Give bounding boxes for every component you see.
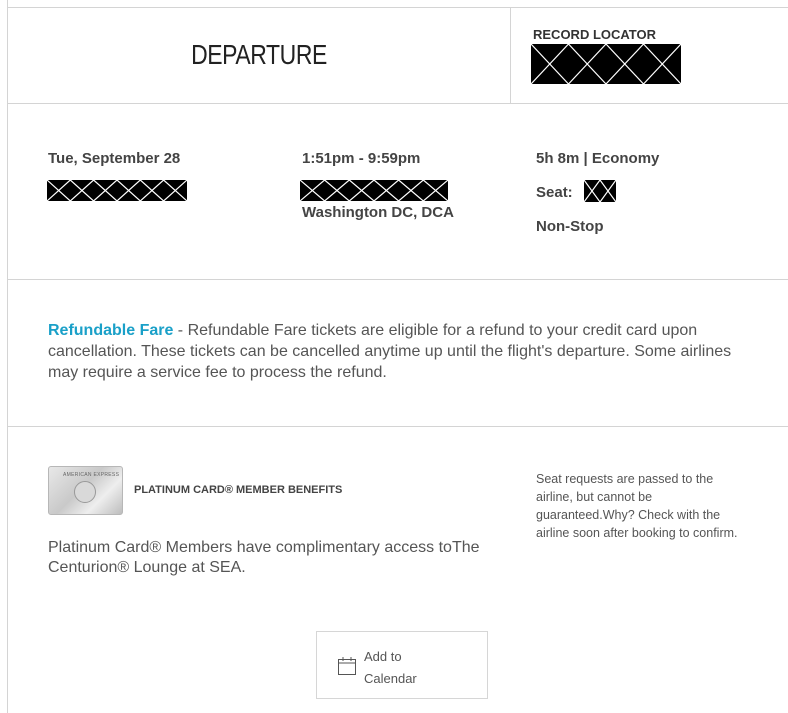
stops: Non-Stop <box>536 218 604 235</box>
flight-bottom-border <box>7 279 788 280</box>
card-brand-text: AMERICAN EXPRESS <box>63 472 120 478</box>
flight-date: Tue, September 28 <box>48 150 181 167</box>
benefits-text: Platinum Card® Members have complimentar… <box>48 539 480 576</box>
calendar-label-line1: Add to <box>364 649 402 664</box>
flight-time: 1:51pm - 9:59pm <box>302 150 421 167</box>
flight-destination: Washington DC, DCA <box>302 204 454 221</box>
platinum-card-image: AMERICAN EXPRESS <box>48 466 123 515</box>
calendar-label-line2: Calendar <box>364 671 417 686</box>
add-to-calendar-label: Add to Calendar <box>364 646 464 690</box>
add-to-calendar-button[interactable]: Add to Calendar <box>316 631 488 699</box>
origin-redacted <box>300 180 448 201</box>
seat-label: Seat: <box>536 184 573 201</box>
calendar-icon <box>338 657 356 675</box>
header-bottom-border <box>7 103 788 104</box>
fare-bottom-border <box>7 426 788 427</box>
header-divider <box>510 8 511 103</box>
left-border <box>7 0 8 713</box>
seat-request-note: Seat requests are passed to the airline,… <box>536 472 738 540</box>
fare-name: Refundable Fare <box>48 322 174 339</box>
record-locator-redacted <box>531 44 681 84</box>
duration-class: 5h 8m | Economy <box>536 150 660 167</box>
benefits-title: PLATINUM CARD® MEMBER BENEFITS <box>134 484 343 496</box>
fare-description: Refundable Fare - Refundable Fare ticket… <box>48 320 758 383</box>
seat-number-redacted <box>584 180 616 202</box>
departure-city-redacted <box>47 180 187 201</box>
centurion-icon <box>74 481 96 503</box>
departure-title: DEPARTURE <box>191 39 327 70</box>
record-locator-label: RECORD LOCATOR <box>533 27 657 42</box>
